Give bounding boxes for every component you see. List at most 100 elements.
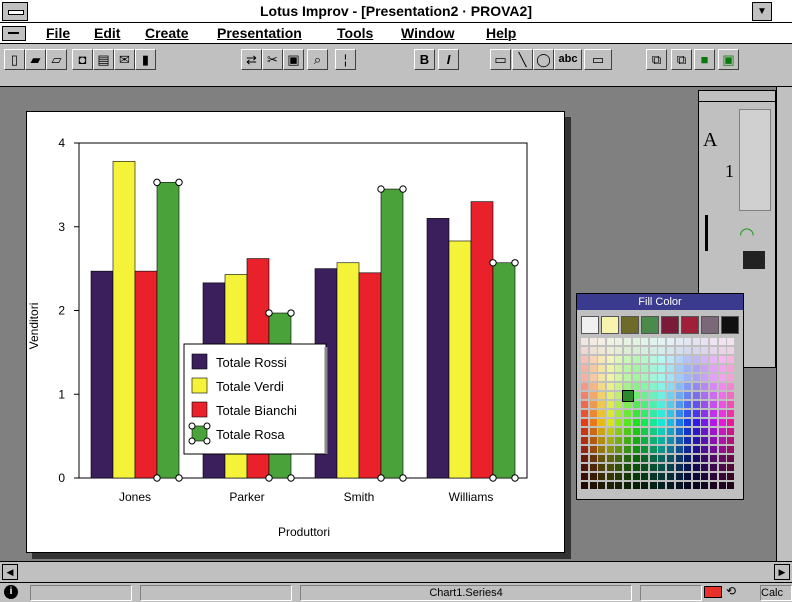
fill-swatch[interactable] xyxy=(692,338,700,346)
fill-swatch[interactable] xyxy=(710,473,717,481)
fill-swatch[interactable] xyxy=(589,446,597,454)
fill-swatch[interactable] xyxy=(624,473,631,481)
fill-swatch[interactable] xyxy=(667,446,674,454)
open-folder-icon[interactable]: ▱ xyxy=(46,49,67,70)
fill-swatch[interactable] xyxy=(615,464,623,472)
fill-swatch[interactable] xyxy=(667,374,674,382)
find-icon[interactable]: ⌕ xyxy=(307,49,328,70)
fill-swatch[interactable] xyxy=(675,428,683,436)
fill-swatch[interactable] xyxy=(692,401,700,409)
scissors-icon[interactable]: ✂ xyxy=(262,49,283,70)
bar-totale-verdi-williams[interactable] xyxy=(448,240,472,479)
scroll-left-icon[interactable]: ◀ xyxy=(2,564,18,580)
fill-swatch[interactable] xyxy=(692,419,700,427)
fill-swatch[interactable] xyxy=(710,428,717,436)
selection-handle[interactable] xyxy=(377,474,385,482)
fill-swatch[interactable] xyxy=(684,383,692,391)
fill-swatch[interactable] xyxy=(598,338,606,346)
fill-swatch[interactable] xyxy=(667,401,674,409)
fill-swatch[interactable] xyxy=(658,464,666,472)
fill-swatch[interactable] xyxy=(658,356,666,364)
fill-swatch[interactable] xyxy=(632,347,640,355)
fill-swatch[interactable] xyxy=(667,455,674,463)
selection-handle[interactable] xyxy=(287,309,295,317)
fill-swatch[interactable] xyxy=(641,347,649,355)
fill-swatch[interactable] xyxy=(589,392,597,400)
fill-swatch[interactable] xyxy=(641,428,649,436)
bar-totale-rosa-jones[interactable] xyxy=(156,182,180,479)
fill-swatch[interactable] xyxy=(624,446,631,454)
fill-swatch[interactable] xyxy=(727,428,735,436)
fill-swatch[interactable] xyxy=(598,437,606,445)
bar-totale-rossi-jones[interactable] xyxy=(90,270,114,479)
fill-swatch[interactable] xyxy=(615,473,623,481)
fill-swatch[interactable] xyxy=(658,392,666,400)
fill-swatch[interactable] xyxy=(727,482,735,490)
fill-swatch[interactable] xyxy=(675,392,683,400)
fill-swatch[interactable] xyxy=(615,338,623,346)
fill-swatch[interactable] xyxy=(718,455,726,463)
fill-swatch[interactable] xyxy=(606,347,614,355)
fill-swatch[interactable] xyxy=(667,428,674,436)
fill-swatch[interactable] xyxy=(624,428,631,436)
fill-swatch[interactable] xyxy=(615,365,623,373)
selection-handle[interactable] xyxy=(399,474,407,482)
selection-handle[interactable] xyxy=(265,474,273,482)
fill-swatch[interactable] xyxy=(641,482,649,490)
fill-swatch[interactable] xyxy=(632,437,640,445)
fill-swatch[interactable] xyxy=(581,347,588,355)
selection-handle[interactable] xyxy=(203,437,211,445)
fill-swatch[interactable] xyxy=(658,428,666,436)
fill-swatch[interactable] xyxy=(675,410,683,418)
fill-swatch[interactable] xyxy=(649,338,657,346)
rectangle-icon[interactable]: ▭ xyxy=(490,49,511,70)
fill-swatch[interactable] xyxy=(718,401,726,409)
fill-swatch[interactable] xyxy=(718,419,726,427)
fill-swatch[interactable] xyxy=(598,347,606,355)
fill-swatch[interactable] xyxy=(692,392,700,400)
fill-swatch[interactable] xyxy=(701,356,709,364)
front-icon[interactable]: ■ xyxy=(694,49,715,70)
fill-swatch[interactable] xyxy=(718,356,726,364)
fill-swatch[interactable] xyxy=(581,410,588,418)
minimize-button[interactable]: ▼ xyxy=(752,2,772,21)
fill-swatch[interactable] xyxy=(589,419,597,427)
fill-swatch[interactable] xyxy=(649,401,657,409)
fill-swatch[interactable] xyxy=(727,446,735,454)
fill-swatch[interactable] xyxy=(649,392,657,400)
bar-totale-bianchi-williams[interactable] xyxy=(470,201,494,479)
fill-swatch[interactable] xyxy=(615,374,623,382)
fill-swatch[interactable] xyxy=(667,419,674,427)
fill-swatch[interactable] xyxy=(675,455,683,463)
fill-swatch[interactable] xyxy=(692,482,700,490)
fill-swatch[interactable] xyxy=(641,473,649,481)
fill-swatch[interactable] xyxy=(598,356,606,364)
fill-swatch[interactable] xyxy=(658,437,666,445)
fill-swatch[interactable] xyxy=(692,347,700,355)
fill-swatch[interactable] xyxy=(632,410,640,418)
fill-swatch[interactable] xyxy=(727,338,735,346)
fill-swatch[interactable] xyxy=(589,428,597,436)
fill-swatch[interactable] xyxy=(727,401,735,409)
fill-swatch[interactable] xyxy=(675,356,683,364)
fill-swatch[interactable] xyxy=(615,446,623,454)
fill-swatch[interactable] xyxy=(606,356,614,364)
fill-swatch[interactable] xyxy=(589,365,597,373)
fill-swatch[interactable] xyxy=(598,428,606,436)
selection-handle[interactable] xyxy=(511,259,519,267)
pattern-icon[interactable] xyxy=(741,249,767,271)
fill-swatch[interactable] xyxy=(632,419,640,427)
fill-swatch[interactable] xyxy=(675,419,683,427)
fill-swatch[interactable] xyxy=(598,383,606,391)
fill-swatch[interactable] xyxy=(649,428,657,436)
fill-swatch[interactable] xyxy=(632,455,640,463)
fill-swatch[interactable] xyxy=(606,338,614,346)
chart-sheet[interactable]: 0 1 2 3 4 Jones Parker Smith Williams Venditori… xyxy=(26,111,565,553)
fill-swatch[interactable] xyxy=(641,401,649,409)
fill-swatch[interactable] xyxy=(667,410,674,418)
fill-swatch[interactable] xyxy=(667,392,674,400)
fill-swatch[interactable] xyxy=(710,338,717,346)
fill-swatch[interactable] xyxy=(684,374,692,382)
fill-swatch[interactable] xyxy=(727,374,735,382)
fill-swatch[interactable] xyxy=(701,401,709,409)
